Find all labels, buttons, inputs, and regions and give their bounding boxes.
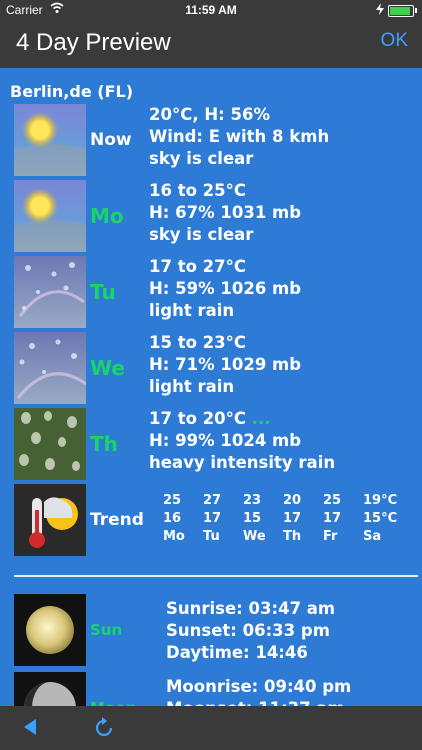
trend-high: 19°C xyxy=(363,493,398,508)
thermometer-sun-icon xyxy=(14,484,86,556)
trend-low: 17 xyxy=(323,511,342,526)
trend-day: Mo xyxy=(163,529,185,544)
page-title: 4 Day Preview xyxy=(16,29,171,56)
forecast-row-mo: Mo 16 to 25°C H: 67% 1031 mb sky is clea… xyxy=(14,180,414,254)
refresh-icon[interactable] xyxy=(92,716,116,744)
sunny-weather-icon xyxy=(14,104,86,176)
condition-line: light rain xyxy=(149,377,235,396)
trend-high: 25 xyxy=(323,493,342,508)
moon-row: Moon Moonrise: 09:40 pm Moonset: 11:37 a… xyxy=(14,672,414,706)
day-label: Th xyxy=(90,432,118,456)
section-divider xyxy=(14,575,418,577)
temperature-line: 20°C, H: 56% xyxy=(149,105,270,124)
day-label: Now xyxy=(90,130,132,150)
moon-label: Moon xyxy=(90,672,136,706)
daytime-line: Daytime: 14:46 xyxy=(166,643,308,662)
trend-low: 17 xyxy=(283,511,302,526)
condition-line: heavy intensity rain xyxy=(149,453,336,472)
trend-low: 17 xyxy=(203,511,222,526)
sunrise-line: Sunrise: 03:47 am xyxy=(166,599,336,618)
forecast-text: 17 to 27°C H: 59% 1026 mb light rain xyxy=(149,256,301,322)
condition-line: sky is clear xyxy=(149,149,254,168)
forecast-text: 16 to 25°C H: 67% 1031 mb sky is clear xyxy=(149,180,301,246)
temperature-line: 15 to 23°C xyxy=(149,333,246,352)
humidity-pressure-line: H: 67% 1031 mb xyxy=(149,203,302,222)
trend-low: 15 xyxy=(243,511,262,526)
more-indicator[interactable]: ... xyxy=(252,409,271,428)
trend-high: 23 xyxy=(243,493,262,508)
trend-high: 25 xyxy=(163,493,182,508)
trend-day: Fr xyxy=(323,529,338,544)
humidity-pressure-line: H: 99% 1024 mb xyxy=(149,431,302,450)
city-label: Berlin,de (FL) xyxy=(10,82,133,101)
trend-day: Th xyxy=(283,529,302,544)
moonrise-line: Moonrise: 09:40 pm xyxy=(166,677,352,696)
humidity-pressure-line: H: 71% 1029 mb xyxy=(149,355,302,374)
day-label: Mo xyxy=(90,204,124,228)
forecast-content: Berlin,de (FL) Now 20°C, H: 56% Wind: E … xyxy=(0,68,422,706)
condition-line: sky is clear xyxy=(149,225,254,244)
sun-times: Sunrise: 03:47 am Sunset: 06:33 pm Dayti… xyxy=(166,598,335,664)
trend-high: 20 xyxy=(283,493,302,508)
temperature-line: 16 to 25°C xyxy=(149,181,246,200)
forecast-row-now: Now 20°C, H: 56% Wind: E with 8 kmh sky … xyxy=(14,104,414,178)
back-arrow-icon[interactable] xyxy=(22,718,38,740)
charging-icon xyxy=(376,3,384,18)
forecast-text: 20°C, H: 56% Wind: E with 8 kmh sky is c… xyxy=(149,104,329,170)
moon-times: Moonrise: 09:40 pm Moonset: 11:37 am xyxy=(166,676,351,706)
sunny-weather-icon xyxy=(14,180,86,252)
humidity-pressure-line: H: 59% 1026 mb xyxy=(149,279,302,298)
forecast-row-tu: Tu 17 to 27°C H: 59% 1026 mb light rain xyxy=(14,256,414,330)
day-label: Tu xyxy=(90,280,116,304)
moon-icon xyxy=(14,672,86,706)
battery-tip xyxy=(415,8,417,13)
trend-low: 16 xyxy=(163,511,182,526)
temperature-line: 17 to 20°C ... xyxy=(149,408,335,430)
trend-day: We xyxy=(243,529,266,544)
sunset-line: Sunset: 06:33 pm xyxy=(166,621,330,640)
ok-button[interactable]: OK xyxy=(381,30,408,52)
sun-label: Sun xyxy=(90,621,123,639)
trend-day: Tu xyxy=(203,529,220,544)
trend-day: Sa xyxy=(363,529,382,544)
light-rain-icon xyxy=(14,332,86,404)
trend-label: Trend xyxy=(90,510,144,530)
forecast-text: 15 to 23°C H: 71% 1029 mb light rain xyxy=(149,332,301,398)
trend-row: Trend 25 27 23 20 25 19°C 16 17 15 17 17 15°C Mo Tu We… xyxy=(14,484,414,558)
navigation-bar: 4 Day Preview OK xyxy=(0,20,422,68)
sun-icon xyxy=(14,594,86,666)
temperature-line: 17 to 27°C xyxy=(149,257,246,276)
trend-low: 15°C xyxy=(363,511,398,526)
day-label: We xyxy=(90,356,125,380)
status-bar: Carrier 11:59 AM xyxy=(0,0,422,20)
forecast-row-we: We 15 to 23°C H: 71% 1029 mb light rain xyxy=(14,332,414,406)
sun-row: Sun Sunrise: 03:47 am Sunset: 06:33 pm D… xyxy=(14,594,414,668)
forecast-row-th: Th 17 to 20°C ... H: 99% 1024 mb heavy i… xyxy=(14,408,414,482)
wind-line: Wind: E with 8 kmh xyxy=(149,127,330,146)
condition-line: light rain xyxy=(149,301,235,320)
temperature-value: 17 to 20°C xyxy=(149,409,246,428)
heavy-rain-icon xyxy=(14,408,86,480)
forecast-text: 17 to 20°C ... H: 99% 1024 mb heavy inte… xyxy=(149,408,335,474)
light-rain-icon xyxy=(14,256,86,328)
trend-high: 27 xyxy=(203,493,222,508)
bottom-toolbar xyxy=(0,706,422,750)
battery-icon xyxy=(388,5,414,17)
moonset-line: Moonset: 11:37 am xyxy=(166,698,351,706)
clock: 11:59 AM xyxy=(185,3,237,17)
